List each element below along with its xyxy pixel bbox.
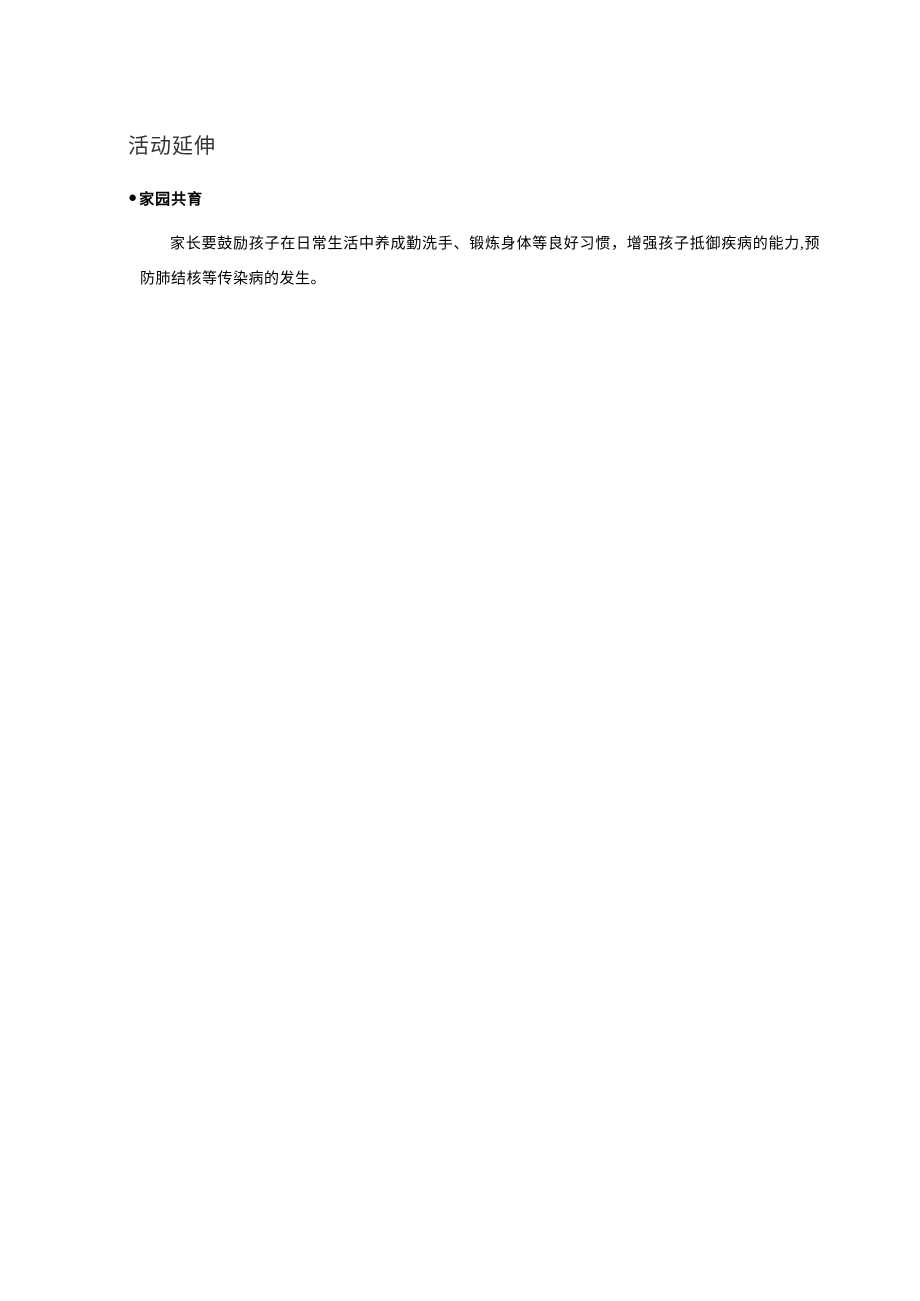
section-title: 活动延伸 bbox=[128, 130, 820, 160]
bullet-icon: ● bbox=[128, 190, 137, 207]
subsection-title: 家园共育 bbox=[139, 188, 203, 209]
body-paragraph: 家长要鼓励孩子在日常生活中养成勤洗手、锻炼身体等良好习惯，增强孩子抵御疾病的能力… bbox=[128, 227, 820, 298]
document-page: 活动延伸 ● 家园共育 家长要鼓励孩子在日常生活中养成勤洗手、锻炼身体等良好习惯… bbox=[0, 0, 920, 298]
subsection-header: ● 家园共育 bbox=[128, 188, 820, 209]
